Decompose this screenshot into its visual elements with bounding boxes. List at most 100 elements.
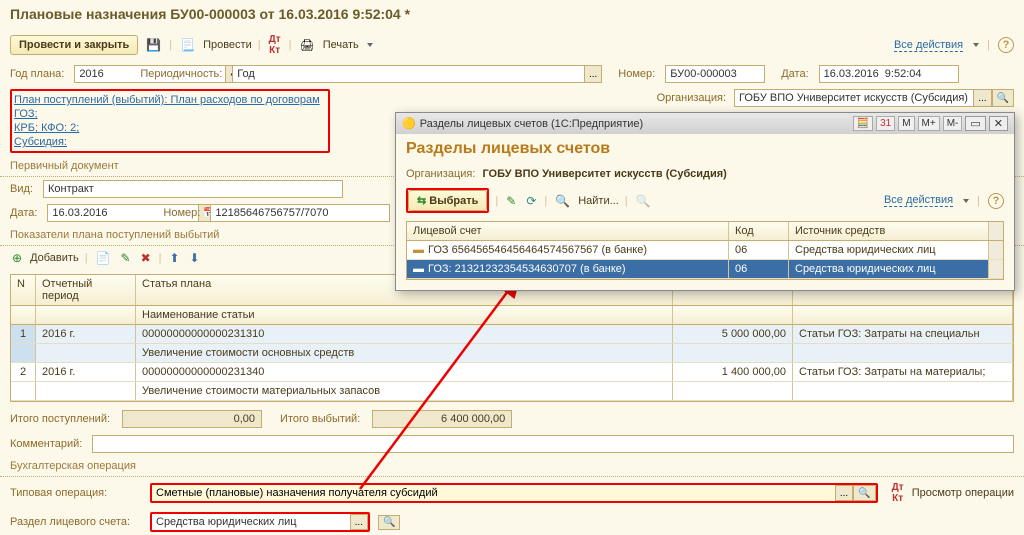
popup-app-icon: 🟡 [402, 117, 416, 130]
down-icon[interactable]: ⬇ [188, 249, 202, 267]
account-section-ellipsis[interactable]: ... [350, 514, 368, 530]
typical-op-ellipsis[interactable]: ... [835, 485, 853, 501]
popup-table-row-selected[interactable]: ▬ГОЗ: 21321232354534630707 (в банке) 06 … [407, 260, 1003, 279]
all-actions-dropdown-icon[interactable] [973, 43, 979, 47]
plan-table: N Отчетный период Статья плана Наименова… [10, 274, 1014, 402]
popup-clear-find-icon[interactable]: 🔍 [634, 192, 653, 210]
org-label: Организация: [657, 92, 726, 104]
number-input[interactable] [665, 65, 765, 83]
col-n: N [11, 275, 36, 305]
comment-input[interactable] [92, 435, 1014, 453]
popup-close-icon[interactable]: ✕ [989, 116, 1008, 131]
table-subrow: Увеличение стоимости основных средств [11, 344, 1013, 363]
popup-col-code: Код [729, 222, 789, 240]
popup-org-label: Организация: [406, 168, 475, 180]
popup-find-icon[interactable]: 🔍 [553, 192, 572, 210]
folder-icon: ▬ [413, 244, 424, 256]
delete-icon[interactable]: ✖ [139, 249, 153, 267]
edit-icon[interactable]: ✎ [119, 249, 133, 267]
col-article-name: Наименование статьи [136, 306, 673, 324]
save-icon[interactable]: 💾 [144, 36, 163, 54]
popup-table-header: Лицевой счет Код Источник средств [407, 222, 1003, 241]
comment-label: Комментарий: [10, 438, 82, 450]
account-section-search-icon[interactable]: 🔍 [378, 515, 400, 530]
typical-op-search-icon[interactable]: 🔍 [853, 485, 875, 501]
popup-col-account: Лицевой счет [407, 222, 729, 240]
popup-all-actions-dropdown[interactable] [963, 199, 969, 203]
popup-table: Лицевой счет Код Источник средств ▬ГОЗ 6… [406, 221, 1004, 280]
totals-in: 0,00 [122, 410, 262, 428]
dtct-icon[interactable]: ДтКт [267, 32, 283, 58]
page-title: Плановые назначения БУ00-000003 от 16.03… [0, 0, 1024, 28]
popup-org-row: Организация: ГОБУ ВПО Университет искусс… [396, 164, 1014, 184]
popup-col-source: Источник средств [789, 222, 989, 240]
totals-out: 6 400 000,00 [372, 410, 512, 428]
header-row-1: Год плана: ‹› Периодичность: ... Номер: … [0, 62, 1024, 86]
popup-header: Разделы лицевых счетов [396, 134, 1014, 164]
table-row[interactable]: 2 2016 г. 00000000000000231340 1 400 000… [11, 363, 1013, 382]
add-label: Добавить [30, 252, 79, 264]
popup-refresh-icon[interactable]: ⟳ [524, 192, 538, 210]
popup-mplus-btn[interactable]: M+ [918, 116, 940, 131]
popup-title-bar[interactable]: 🟡 Разделы лицевых счетов (1С:Предприятие… [396, 113, 1014, 134]
doc-number-input[interactable] [210, 204, 390, 222]
popup-edit-icon[interactable]: ✎ [504, 192, 518, 210]
dtct-preview-icon[interactable]: ДтКт [890, 480, 906, 506]
table-subheader: Наименование статьи [11, 306, 1013, 325]
copy-icon[interactable]: 📄 [94, 249, 113, 267]
print-label: Печать [323, 39, 359, 51]
periodicity-label: Периодичность: [140, 68, 222, 80]
org-search-icon[interactable]: 🔍 [992, 89, 1014, 107]
post-icon[interactable]: 📃 [178, 36, 197, 54]
help-icon[interactable]: ? [998, 37, 1014, 53]
popup-m-btn[interactable]: M [898, 116, 914, 131]
add-icon[interactable]: ⊕ [10, 249, 24, 267]
popup-min-icon[interactable]: ▭ [965, 116, 985, 131]
totals-out-label: Итого выбытий: [280, 413, 360, 425]
table-row[interactable]: 1 2016 г. 00000000000000231310 5 000 000… [11, 325, 1013, 344]
totals-row: Итого поступлений: 0,00 Итого выбытий: 6… [0, 406, 1024, 432]
popup-table-row[interactable]: ▬ГОЗ 656456546456464574567567 (в банке) … [407, 241, 1003, 260]
typical-op-input[interactable] [152, 485, 835, 501]
up-icon[interactable]: ⬆ [167, 249, 181, 267]
popup-select-button[interactable]: ⇆ Выбрать [408, 190, 487, 211]
plan-link[interactable]: План поступлений (выбытий): План расходо… [14, 94, 320, 120]
popup-find-label: Найти... [578, 195, 619, 207]
periodicity-ellipsis[interactable]: ... [584, 65, 602, 83]
popup-help-icon[interactable]: ? [988, 193, 1004, 209]
popup-mminus-btn[interactable]: M- [943, 116, 963, 131]
popup-calc-icon[interactable]: 🧮 [853, 116, 873, 131]
doc-number-label: Номер: [163, 207, 200, 219]
totals-in-label: Итого поступлений: [10, 413, 110, 425]
popup-all-actions[interactable]: Все действия [884, 194, 953, 207]
kind-input[interactable] [43, 180, 343, 198]
post-and-close-button[interactable]: Провести и закрыть [10, 35, 138, 55]
booking-section-header: Бухгалтерская операция [0, 456, 1024, 477]
plan-link-box: План поступлений (выбытий): План расходо… [10, 89, 330, 153]
preview-op-label: Просмотр операции [912, 487, 1014, 499]
number-label: Номер: [618, 68, 655, 80]
print-icon[interactable]: 🖨 [297, 36, 316, 54]
folder-icon: ▬ [413, 263, 424, 275]
comment-row: Комментарий: [0, 432, 1024, 456]
all-actions-link[interactable]: Все действия [894, 39, 963, 52]
popup-cal-icon[interactable]: 31 [876, 116, 895, 131]
account-section-input[interactable] [152, 514, 350, 530]
kind-label: Вид: [10, 183, 33, 195]
org-input[interactable] [734, 89, 973, 107]
krb-link[interactable]: КРБ; КФО: 2; [14, 122, 79, 134]
col-period: Отчетный период [36, 275, 136, 305]
date-input[interactable] [819, 65, 959, 83]
year-plan-label: Год плана: [10, 68, 64, 80]
popup-sections: 🟡 Разделы лицевых счетов (1С:Предприятие… [395, 112, 1015, 291]
subsidy-link[interactable]: Субсидия: [14, 136, 67, 148]
typical-op-label: Типовая операция: [10, 487, 140, 499]
popup-toolbar: ⇆ Выбрать | ✎ ⟳ | 🔍 Найти... | 🔍 Все дей… [396, 184, 1014, 217]
popup-org-value: ГОБУ ВПО Университет искусств (Субсидия) [482, 168, 726, 180]
table-subrow: Увеличение стоимости материальных запасо… [11, 382, 1013, 401]
periodicity-input[interactable] [232, 65, 584, 83]
doc-date-label: Дата: [10, 207, 37, 219]
print-dropdown-icon[interactable] [367, 43, 373, 47]
org-ellipsis[interactable]: ... [973, 89, 991, 107]
post-label: Провести [203, 39, 252, 51]
